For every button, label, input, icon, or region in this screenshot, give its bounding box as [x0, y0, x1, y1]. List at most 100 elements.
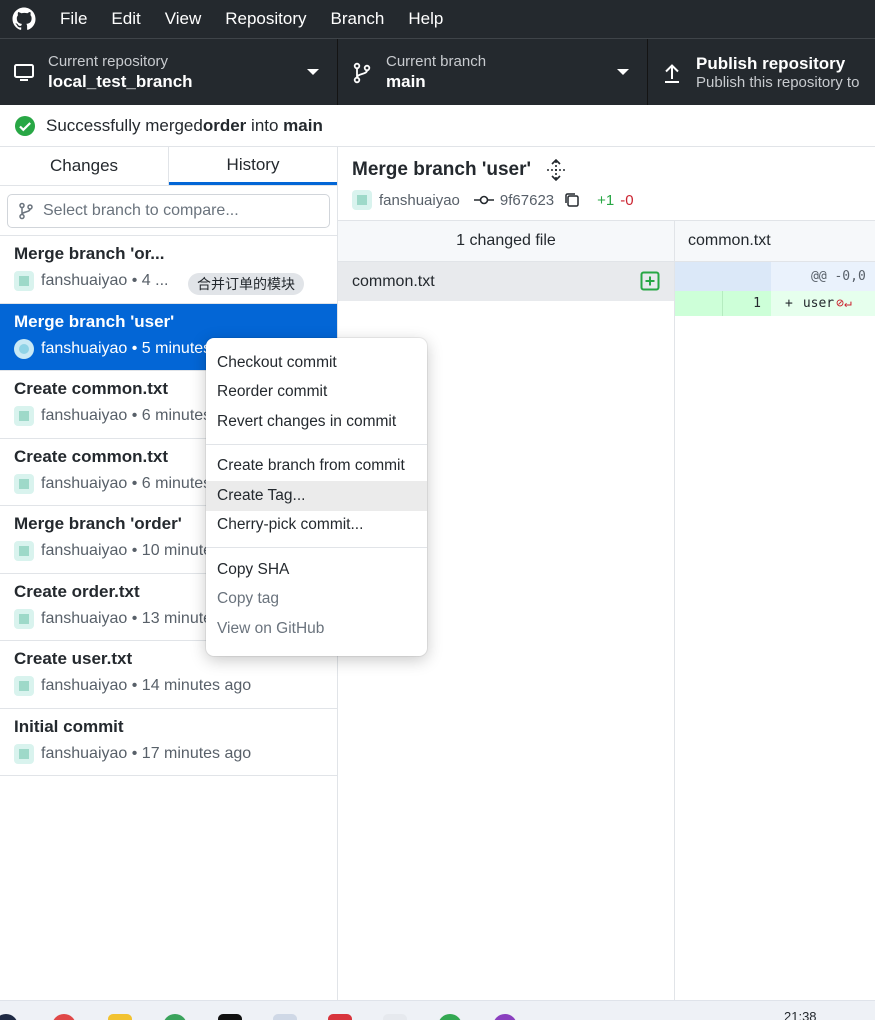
banner-text-middle: into	[246, 115, 284, 135]
menu-view[interactable]: View	[153, 0, 214, 38]
desktop-computer-icon	[0, 62, 48, 84]
menu-help[interactable]: Help	[396, 0, 455, 38]
diff-panel: common.txt @@ -0,0 1 + user ⊘↵	[675, 221, 875, 1000]
branch-compare-placeholder: Select branch to compare...	[43, 202, 239, 219]
commit-summary-title: Merge branch 'user'	[352, 159, 532, 180]
avatar	[14, 338, 34, 359]
git-commit-icon	[473, 193, 494, 207]
avatar	[14, 541, 34, 561]
menu-separator	[206, 443, 427, 445]
menu-item-copy-sha[interactable]: Copy SHA	[206, 555, 427, 585]
commit-context-menu: Checkout commit Reorder commit Revert ch…	[206, 338, 427, 656]
avatar	[14, 406, 34, 426]
commit-author: fanshuaiyao	[41, 407, 128, 424]
menu-item-view-on-github[interactable]: View on GitHub	[206, 614, 427, 644]
taskbar-app-icon[interactable]	[493, 1014, 517, 1020]
commit-author: fanshuaiyao	[41, 474, 128, 492]
banner-source-branch: order	[202, 115, 247, 135]
avatar	[352, 190, 372, 210]
commit-sha: 9f67623	[499, 191, 555, 209]
tab-history[interactable]: History	[169, 147, 337, 185]
menu-item-cherry-pick[interactable]: Cherry-pick commit...	[206, 511, 427, 541]
branch-compare-input[interactable]: Select branch to compare...	[7, 194, 330, 228]
menu-item-checkout-commit[interactable]: Checkout commit	[206, 348, 427, 378]
changed-file-name: common.txt	[352, 272, 435, 290]
taskbar-app-icon[interactable]	[0, 1014, 18, 1020]
current-repository-button[interactable]: Current repository local_test_branch	[0, 39, 338, 106]
taskbar-app-icon[interactable]	[218, 1014, 242, 1020]
diff-line-text: user	[802, 296, 835, 311]
taskbar-app-icon[interactable]	[383, 1014, 407, 1020]
expand-arrows-icon[interactable]	[545, 159, 567, 181]
check-circle-icon	[14, 115, 36, 137]
taskbar-app-icon[interactable]	[328, 1014, 352, 1020]
diff-file-name: common.txt	[675, 221, 875, 262]
avatar	[14, 676, 34, 696]
menu-edit[interactable]: Edit	[99, 0, 152, 38]
chevron-down-icon	[617, 69, 629, 75]
commit-summary-header: Merge branch 'user' fanshuaiyao 9f67623 …	[338, 147, 875, 221]
commit-time: • 14 minutes ago	[127, 677, 252, 694]
copy-icon[interactable]	[563, 191, 581, 209]
merge-success-banner: Successfully merged order into main	[0, 105, 875, 147]
commit-list-item[interactable]: Initial commit fanshuaiyao • 17 minutes …	[0, 709, 337, 776]
sidebar-tabs: Changes History	[0, 147, 337, 186]
tag-badge: 合并订单的模块	[188, 273, 304, 295]
hunk-text: @@ -0,0	[811, 269, 866, 284]
menu-bar: File Edit View Repository Branch Help	[0, 0, 875, 38]
taskbar-app-icon[interactable]	[163, 1014, 187, 1020]
taskbar-app-icon[interactable]	[273, 1014, 297, 1020]
commit-title: Initial commit	[14, 716, 124, 736]
plus-square-icon	[640, 271, 660, 291]
commit-time: • 17 minutes ago	[127, 744, 252, 762]
no-newline-icon: ⊘↵	[836, 296, 852, 311]
chevron-down-icon	[307, 69, 319, 75]
avatar	[14, 271, 34, 291]
current-branch-name: main	[386, 72, 426, 91]
commit-author: fanshuaiyao	[41, 609, 128, 627]
taskbar-app-icon[interactable]	[52, 1014, 76, 1020]
menu-file[interactable]: File	[48, 0, 99, 38]
os-taskbar: 21:38	[0, 1000, 875, 1020]
menu-item-create-tag[interactable]: Create Tag...	[206, 481, 427, 511]
publish-repository-desc: Publish this repository to	[696, 74, 860, 91]
changed-file-item[interactable]: common.txt	[338, 262, 674, 301]
commit-author: fanshuaiyao	[41, 272, 128, 289]
deletions-count: -0	[620, 191, 634, 209]
commit-author: fanshuaiyao	[41, 677, 128, 694]
avatar	[14, 743, 34, 764]
upload-arrow-icon	[648, 62, 696, 84]
publish-repository-button[interactable]: Publish repository Publish this reposito…	[648, 39, 875, 106]
current-branch-label: Current branch	[386, 53, 487, 70]
diff-hunk-header: @@ -0,0	[675, 262, 875, 291]
diff-line-number: 1	[723, 291, 771, 316]
app-window: File Edit View Repository Branch Help Cu…	[0, 0, 875, 1020]
diff-line-marker: +	[785, 296, 793, 311]
git-branch-icon	[338, 62, 386, 84]
additions-count: +1	[597, 191, 615, 209]
commit-author: fanshuaiyao	[41, 542, 128, 559]
github-mark-icon	[0, 0, 48, 38]
avatar	[14, 608, 34, 629]
current-branch-button[interactable]: Current branch main	[338, 39, 648, 106]
taskbar-clock: 21:38	[784, 1009, 817, 1020]
banner-text-prefix: Successfully merged	[46, 115, 203, 135]
diff-added-line[interactable]: 1 + user ⊘↵	[675, 291, 875, 316]
avatar	[14, 473, 34, 494]
menu-item-copy-tag[interactable]: Copy tag	[206, 585, 427, 615]
commit-title: Merge branch 'or...	[14, 244, 165, 263]
menu-item-create-branch[interactable]: Create branch from commit	[206, 452, 427, 482]
commit-title: Merge branch 'user'	[14, 311, 175, 331]
menu-branch[interactable]: Branch	[319, 0, 397, 38]
commit-list-item[interactable]: Merge branch 'or... fanshuaiyao • 4 ... …	[0, 236, 337, 304]
commit-summary-author: fanshuaiyao	[379, 191, 460, 209]
tab-changes[interactable]: Changes	[0, 147, 169, 185]
menu-repository[interactable]: Repository	[213, 0, 318, 38]
commit-author: fanshuaiyao	[41, 744, 128, 762]
taskbar-app-icon[interactable]	[438, 1014, 462, 1020]
menu-item-revert-commit[interactable]: Revert changes in commit	[206, 407, 427, 437]
changed-files-count: 1 changed file	[338, 221, 674, 262]
menu-item-reorder-commit[interactable]: Reorder commit	[206, 378, 427, 408]
git-branch-icon	[18, 202, 34, 220]
taskbar-app-icon[interactable]	[108, 1014, 132, 1020]
